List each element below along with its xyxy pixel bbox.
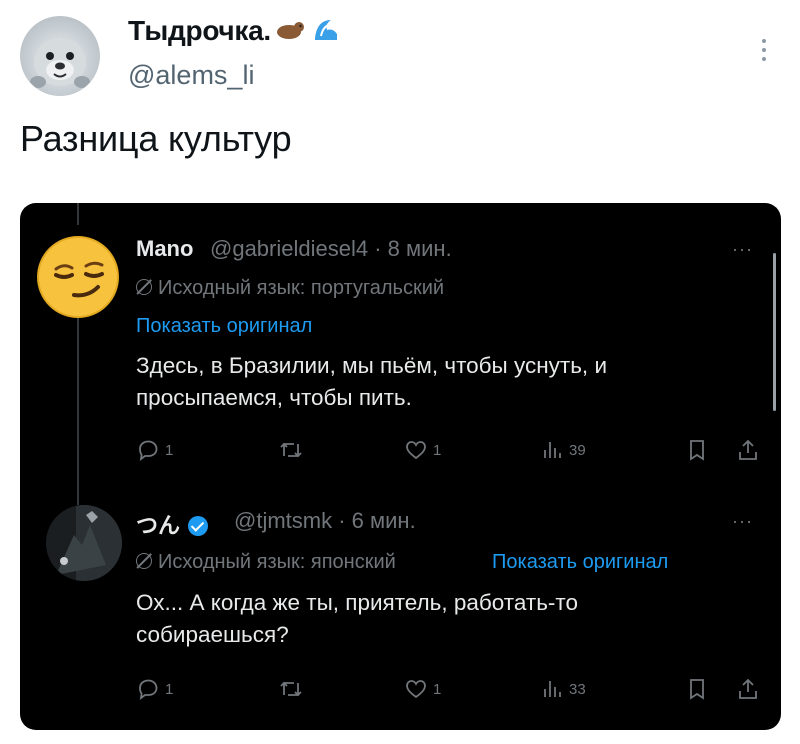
more-options-icon[interactable]: ··· xyxy=(732,239,753,260)
more-options-icon[interactable]: ··· xyxy=(732,511,753,532)
like-button[interactable]: 1 xyxy=(404,677,441,701)
reply-author-name[interactable]: Mano xyxy=(136,236,193,262)
retweet-icon xyxy=(280,681,302,697)
thread-line xyxy=(77,315,79,505)
reply-handle: @tjmtsmk xyxy=(234,508,333,533)
author-name[interactable]: Тыдрочка. xyxy=(128,14,339,51)
views-chart-icon xyxy=(544,442,561,458)
dark-photo-avatar-icon[interactable] xyxy=(46,505,122,581)
reply-button[interactable]: 1 xyxy=(136,438,173,462)
reply-body-line: Здесь, в Бразилии, мы пьём, чтобы уснуть… xyxy=(136,353,608,378)
bookmark-button[interactable] xyxy=(686,677,708,701)
source-language-note: Исходный язык: японский xyxy=(136,551,396,574)
reply-body-line: просыпаемся, чтобы пить. xyxy=(136,385,412,410)
reply-body: Ох... А когда же ты, приятель, работать-… xyxy=(136,587,578,651)
author-avatar[interactable] xyxy=(20,16,100,96)
reply-handle: @gabrieldiesel4 xyxy=(210,236,369,261)
action-bar: 1 1 39 xyxy=(136,438,766,464)
verified-badge-icon xyxy=(188,516,209,536)
author-handle[interactable]: @alems_li xyxy=(128,60,254,91)
reply-time: 8 мин. xyxy=(387,236,452,261)
bookmark-button[interactable] xyxy=(686,438,708,462)
action-bar: 1 1 33 xyxy=(136,677,766,703)
reply-body-line: собираешься? xyxy=(136,622,289,647)
reply-meta[interactable]: @tjmtsmk · 6 мин. xyxy=(234,508,416,534)
heart-icon xyxy=(406,680,426,699)
bookmark-icon xyxy=(690,440,704,461)
reply-meta[interactable]: @gabrieldiesel4 · 8 мин. xyxy=(210,236,452,262)
share-button[interactable] xyxy=(736,438,760,462)
more-options-icon[interactable] xyxy=(754,30,774,70)
reply-body: Здесь, в Бразилии, мы пьём, чтобы уснуть… xyxy=(136,350,607,414)
embedded-screenshot: Mano @gabrieldiesel4 · 8 мин. ··· Исходн… xyxy=(20,203,781,730)
bookmark-icon xyxy=(690,679,704,700)
thread-line xyxy=(77,203,79,225)
like-button[interactable]: 1 xyxy=(404,438,441,462)
source-language-note: Исходный язык: португальский xyxy=(136,277,444,300)
share-icon xyxy=(739,678,757,699)
share-icon xyxy=(739,439,757,460)
author-name-text: Тыдрочка. xyxy=(128,14,271,46)
tweet-text: Разница культур xyxy=(20,118,292,159)
reply-body-line: Ох... А когда же ты, приятель, работать-… xyxy=(136,590,578,615)
scrollbar[interactable] xyxy=(773,253,776,411)
retweet-button[interactable] xyxy=(278,677,304,701)
reply-time: 6 мин. xyxy=(351,508,416,533)
views-chart-icon xyxy=(544,681,561,697)
retweet-icon xyxy=(280,442,302,458)
reply-icon xyxy=(139,679,158,701)
share-button[interactable] xyxy=(736,677,760,701)
otter-wave-emoji-icon xyxy=(275,14,339,51)
views-button[interactable]: 33 xyxy=(540,677,586,701)
reply-button[interactable]: 1 xyxy=(136,677,173,701)
views-button[interactable]: 39 xyxy=(540,438,586,462)
translate-icon xyxy=(136,553,152,569)
retweet-button[interactable] xyxy=(278,438,304,462)
smirking-face-icon[interactable] xyxy=(34,233,122,321)
otter-icon xyxy=(30,38,90,88)
reply-icon xyxy=(139,440,158,462)
reply-author-name[interactable]: つん xyxy=(136,508,210,540)
show-original-link[interactable]: Показать оригинал xyxy=(492,551,668,574)
translate-icon xyxy=(136,279,152,295)
heart-icon xyxy=(406,441,426,460)
show-original-link[interactable]: Показать оригинал xyxy=(136,315,312,338)
